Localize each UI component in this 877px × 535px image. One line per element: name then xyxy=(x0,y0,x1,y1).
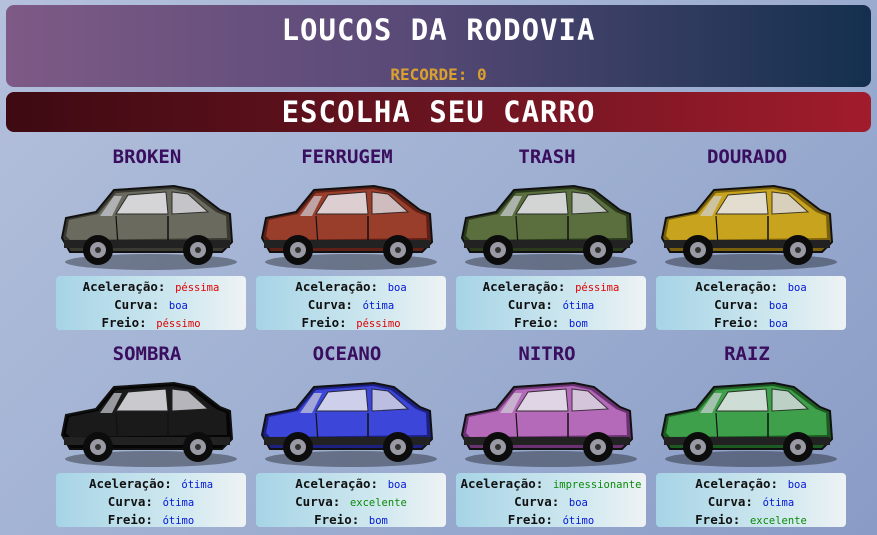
car-select-banner: ESCOLHA SEU CARRO xyxy=(6,92,871,132)
car-name: SOMBRA xyxy=(112,343,182,365)
car-card-sombra[interactable]: SOMBRA Aceleração: ótima Curva: ótima Fr… xyxy=(52,337,246,529)
brake-label: Freio: xyxy=(301,315,347,330)
car-image[interactable] xyxy=(456,180,638,272)
game-title: LOUCOS DA RODOVIA xyxy=(281,13,596,47)
acceleration-label: Aceleração: xyxy=(460,476,544,491)
car-card-ferrugem[interactable]: FERRUGEM Aceleração: boa Curva: ótima Fr… xyxy=(252,140,446,332)
curve-label: Curva: xyxy=(514,494,560,509)
curve-label: Curva: xyxy=(707,494,753,509)
curve-label: Curva: xyxy=(507,297,553,312)
curve-value: ótima xyxy=(762,497,795,509)
car-select-title: ESCOLHA SEU CARRO xyxy=(281,95,596,129)
curve-value: ótima xyxy=(562,300,595,312)
acceleration-value: ótima xyxy=(181,479,214,491)
car-name: RAIZ xyxy=(724,343,770,365)
curve-label: Curva: xyxy=(714,297,760,312)
acceleration-label: Aceleração: xyxy=(482,279,566,294)
car-stats: Aceleração: ótima Curva: ótima Freio: ót… xyxy=(56,473,246,527)
curve-value: excelente xyxy=(349,497,407,509)
acceleration-value: boa xyxy=(387,479,407,491)
brake-value: ótimo xyxy=(162,515,195,527)
curve-value: ótima xyxy=(162,497,195,509)
brake-label: Freio: xyxy=(314,512,360,527)
car-name: FERRUGEM xyxy=(301,146,393,168)
brake-value: bom xyxy=(568,318,588,330)
brake-value: ótimo xyxy=(562,515,595,527)
car-name: BROKEN xyxy=(112,146,182,168)
car-card-broken[interactable]: BROKEN Aceleração: péssima Curva: boa Fr… xyxy=(52,140,246,332)
acceleration-label: Aceleração: xyxy=(88,476,172,491)
car-name: DOURADO xyxy=(706,146,788,168)
curve-value: boa xyxy=(768,300,788,312)
acceleration-value: péssima xyxy=(175,282,220,294)
acceleration-value: boa xyxy=(387,282,407,294)
car-image[interactable] xyxy=(656,180,838,272)
curve-label: Curva: xyxy=(114,297,160,312)
car-card-raiz[interactable]: RAIZ Aceleração: boa Curva: ótima Freio:… xyxy=(652,337,846,529)
car-name: NITRO xyxy=(518,343,576,365)
car-name: OCEANO xyxy=(312,343,382,365)
car-image[interactable] xyxy=(256,180,438,272)
curve-value: boa xyxy=(168,300,188,312)
car-stats: Aceleração: boa Curva: ótima Freio: exce… xyxy=(656,473,846,527)
acceleration-value: péssima xyxy=(575,282,620,294)
acceleration-label: Aceleração: xyxy=(695,476,779,491)
car-stats: Aceleração: boa Curva: boa Freio: boa xyxy=(656,276,846,330)
brake-label: Freio: xyxy=(107,512,153,527)
brake-label: Freio: xyxy=(695,512,741,527)
car-name: TRASH xyxy=(518,146,576,168)
car-card-trash[interactable]: TRASH Aceleração: péssima Curva: ótima F… xyxy=(452,140,646,332)
car-stats: Aceleração: péssima Curva: boa Freio: pé… xyxy=(56,276,246,330)
car-card-oceano[interactable]: OCEANO Aceleração: boa Curva: excelente … xyxy=(252,337,446,529)
acceleration-value: boa xyxy=(787,479,807,491)
brake-value: bom xyxy=(368,515,388,527)
car-card-nitro[interactable]: NITRO Aceleração: impressionante Curva: … xyxy=(452,337,646,529)
title-banner: LOUCOS DA RODOVIA RECORDE: 0 xyxy=(6,5,871,87)
brake-value: excelente xyxy=(749,515,807,527)
acceleration-label: Aceleração: xyxy=(295,279,379,294)
car-stats: Aceleração: boa Curva: ótima Freio: péss… xyxy=(256,276,446,330)
curve-value: ótima xyxy=(362,300,395,312)
brake-value: péssimo xyxy=(156,318,201,330)
acceleration-value: boa xyxy=(787,282,807,294)
car-image[interactable] xyxy=(656,377,838,469)
car-image[interactable] xyxy=(56,180,238,272)
curve-label: Curva: xyxy=(107,494,153,509)
car-image[interactable] xyxy=(456,377,638,469)
brake-label: Freio: xyxy=(101,315,147,330)
curve-label: Curva: xyxy=(307,297,353,312)
car-image[interactable] xyxy=(256,377,438,469)
brake-label: Freio: xyxy=(514,315,560,330)
record-score: RECORDE: 0 xyxy=(390,65,487,84)
car-stats: Aceleração: boa Curva: excelente Freio: … xyxy=(256,473,446,527)
brake-label: Freio: xyxy=(507,512,553,527)
car-card-dourado[interactable]: DOURADO Aceleração: boa Curva: boa Freio… xyxy=(652,140,846,332)
brake-value: boa xyxy=(768,318,788,330)
acceleration-label: Aceleração: xyxy=(82,279,166,294)
curve-value: boa xyxy=(568,497,588,509)
acceleration-label: Aceleração: xyxy=(695,279,779,294)
acceleration-value: impressionante xyxy=(552,479,642,491)
brake-label: Freio: xyxy=(714,315,760,330)
acceleration-label: Aceleração: xyxy=(295,476,379,491)
car-stats: Aceleração: péssima Curva: ótima Freio: … xyxy=(456,276,646,330)
car-image[interactable] xyxy=(56,377,238,469)
brake-value: péssimo xyxy=(356,318,401,330)
curve-label: Curva: xyxy=(295,494,341,509)
car-stats: Aceleração: impressionante Curva: boa Fr… xyxy=(456,473,646,527)
